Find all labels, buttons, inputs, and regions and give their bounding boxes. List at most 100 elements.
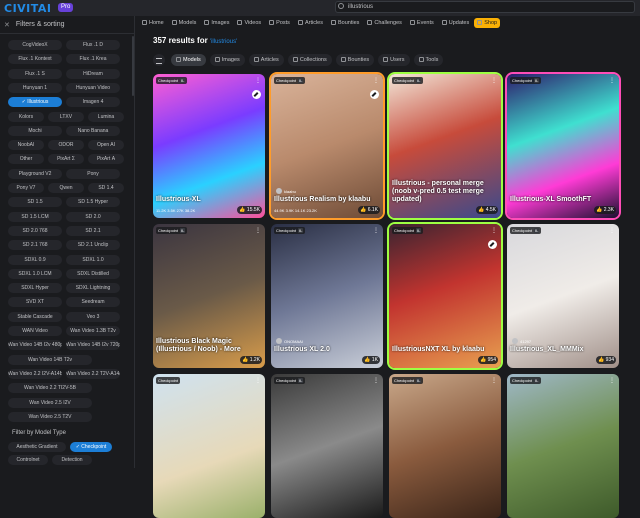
like-count[interactable]: 👍 2.3K [594, 206, 616, 214]
nav-updates[interactable]: Updates [439, 18, 473, 28]
creator-name[interactable]: ONOMAAI [276, 338, 303, 344]
base-model-chip[interactable]: SD 1.5 LCM [8, 211, 62, 222]
model-card[interactable]: Checkpoint IL ⋮ klaabu Illustrious Realism b… [271, 74, 383, 218]
base-model-chip[interactable]: Wan Video 1.3B T2v [66, 326, 120, 336]
filter-toggle-button[interactable] [153, 54, 165, 66]
model-card[interactable]: Checkpoint IL ⋮ Illustrious Black Magic (Il… [153, 224, 265, 368]
base-model-chip[interactable]: Wan Video 2.5 I2V [8, 397, 92, 408]
model-card[interactable]: Checkpoint IL ⋮ 41297 Illustrious_XL_MMMix 👍 … [507, 224, 619, 368]
tab-bounties[interactable]: Bounties [335, 54, 375, 66]
tab-articles[interactable]: Articles [248, 54, 284, 66]
base-model-chip[interactable]: PixArt Α [88, 154, 124, 165]
base-model-chip[interactable]: Imagen 4 [66, 97, 120, 108]
base-model-chip[interactable]: Pony [66, 168, 120, 179]
more-options-icon[interactable]: ⋮ [373, 377, 379, 384]
model-type-chip[interactable]: Detection [52, 455, 92, 465]
base-model-chip[interactable]: Lumina [88, 111, 124, 122]
base-model-chip[interactable]: CogVideoX [8, 40, 62, 50]
edit-icon[interactable] [252, 90, 261, 99]
base-model-chip[interactable]: SDXL 1.0 [66, 254, 120, 265]
like-count[interactable]: 👍 4.5K [476, 206, 498, 214]
base-model-chip[interactable]: Pony V7 [8, 183, 44, 193]
model-card[interactable]: Checkpoint IL ⋮ Illustrious-XL 11.2K 3.5K 27… [153, 74, 265, 218]
nav-events[interactable]: Events [407, 18, 437, 28]
base-model-chip[interactable]: NoobAI [8, 140, 44, 151]
nav-articles[interactable]: Articles [295, 18, 326, 28]
base-model-chip[interactable]: Hunyuan 1 [8, 82, 62, 93]
close-icon[interactable]: ✕ [4, 21, 10, 29]
base-model-chip[interactable]: Wan Video 14B I2v 480p [8, 340, 62, 351]
base-model-chip[interactable]: WAN Video [8, 326, 62, 336]
model-card[interactable]: Checkpoint IL ⋮ ONOMAAI Illustrious XL 2.0 👍 … [271, 224, 383, 368]
base-model-chip[interactable]: Wan Video 2.2 TI2V-5B [8, 383, 92, 394]
model-card[interactable]: Checkpoint ⋮ [153, 374, 265, 518]
base-model-chip[interactable]: Open AI [88, 140, 124, 151]
nav-bounties[interactable]: Bounties [328, 18, 362, 28]
like-count[interactable]: 👍 1K [362, 356, 380, 364]
model-type-chip[interactable]: ✓ Checkpoint [70, 442, 112, 452]
nav-images[interactable]: Images [201, 18, 232, 28]
model-card[interactable]: Checkpoint IL ⋮ [389, 374, 501, 518]
tab-models[interactable]: Models [171, 54, 206, 66]
like-count[interactable]: 👍 1.2K [240, 356, 262, 364]
base-model-chip[interactable]: Flux .1 S [8, 68, 62, 79]
base-model-chip[interactable]: Nano Banana [66, 125, 120, 136]
like-count[interactable]: 👍 6.1K [358, 206, 380, 214]
base-model-chip[interactable]: PixArt Σ [48, 154, 84, 165]
base-model-chip[interactable]: ODOR [48, 140, 84, 151]
base-model-chip[interactable]: Flux .1 Krea [66, 54, 120, 65]
more-options-icon[interactable]: ⋮ [255, 377, 261, 384]
more-options-icon[interactable]: ⋮ [491, 227, 497, 234]
base-model-chip[interactable]: Stable Cascade [8, 311, 62, 322]
base-model-chip[interactable]: SD 1.4 [88, 183, 124, 193]
more-options-icon[interactable]: ⋮ [373, 227, 379, 234]
base-model-chip[interactable]: SDXL 0.9 [8, 254, 62, 265]
base-model-chip[interactable]: Other [8, 154, 44, 165]
more-options-icon[interactable]: ⋮ [609, 77, 615, 84]
base-model-chip[interactable]: SD 1.5 [8, 197, 62, 208]
nav-posts[interactable]: Posts [266, 18, 293, 28]
base-model-chip[interactable]: Qwen [48, 183, 84, 193]
base-model-chip[interactable]: Wan Video 14B I2v 720p [66, 340, 120, 351]
base-model-chip[interactable]: ✓ Illustrious [8, 97, 62, 108]
base-model-chip[interactable]: SD 2.1 [66, 225, 120, 236]
more-options-icon[interactable]: ⋮ [255, 227, 261, 234]
tab-collections[interactable]: Collections [287, 54, 332, 66]
sidebar-scrollbar[interactable] [132, 36, 134, 96]
nav-models[interactable]: Models [169, 18, 200, 28]
nav-challenges[interactable]: Challenges [364, 18, 405, 28]
more-options-icon[interactable]: ⋮ [609, 377, 615, 384]
base-model-chip[interactable]: Playground V2 [8, 168, 62, 179]
creator-name[interactable]: klaabu [276, 188, 296, 194]
tab-images[interactable]: Images [209, 54, 245, 66]
base-model-chip[interactable]: SD 1.5 Hyper [66, 197, 120, 208]
more-options-icon[interactable]: ⋮ [609, 227, 615, 234]
like-count[interactable]: 👍 954 [478, 356, 498, 364]
civitai-logo[interactable]: CIVITAI [4, 2, 52, 15]
tab-users[interactable]: Users [378, 54, 410, 66]
base-model-chip[interactable]: SDXL 1.0 LCM [8, 268, 62, 279]
search-input[interactable]: illustrious [335, 1, 635, 13]
model-type-chip[interactable]: Controlnet [8, 455, 48, 465]
more-options-icon[interactable]: ⋮ [373, 77, 379, 84]
more-options-icon[interactable]: ⋮ [491, 377, 497, 384]
pro-badge[interactable]: Pro [58, 3, 74, 12]
base-model-chip[interactable]: Wan Video 2.2 I2V-A14B [8, 368, 62, 379]
base-model-chip[interactable]: Wan Video 14B T2v [8, 354, 92, 365]
base-model-chip[interactable]: Mochi [8, 125, 62, 136]
like-count[interactable]: 👍 15.5K [237, 206, 262, 214]
nav-shop[interactable]: Shop [474, 18, 501, 28]
model-type-chip[interactable]: Aesthetic Gradient [8, 442, 66, 452]
base-model-chip[interactable]: SD 2.1 Unclip [66, 240, 120, 251]
model-card[interactable]: Checkpoint IL ⋮ [507, 374, 619, 518]
base-model-chip[interactable]: SD 2.0 768 [8, 225, 62, 236]
base-model-chip[interactable]: Kolors [8, 111, 44, 122]
base-model-chip[interactable]: SDXL Lightning [66, 283, 120, 294]
base-model-chip[interactable]: SDXL Distilled [66, 268, 120, 279]
nav-home[interactable]: Home [139, 18, 167, 28]
creator-name[interactable]: 41297 [512, 338, 531, 344]
base-model-chip[interactable]: Wan Video 2.5 T2V [8, 411, 92, 422]
base-model-chip[interactable]: SDXL Hyper [8, 283, 62, 294]
base-model-chip[interactable]: SD 2.1 768 [8, 240, 62, 251]
nav-videos[interactable]: Videos [234, 18, 264, 28]
